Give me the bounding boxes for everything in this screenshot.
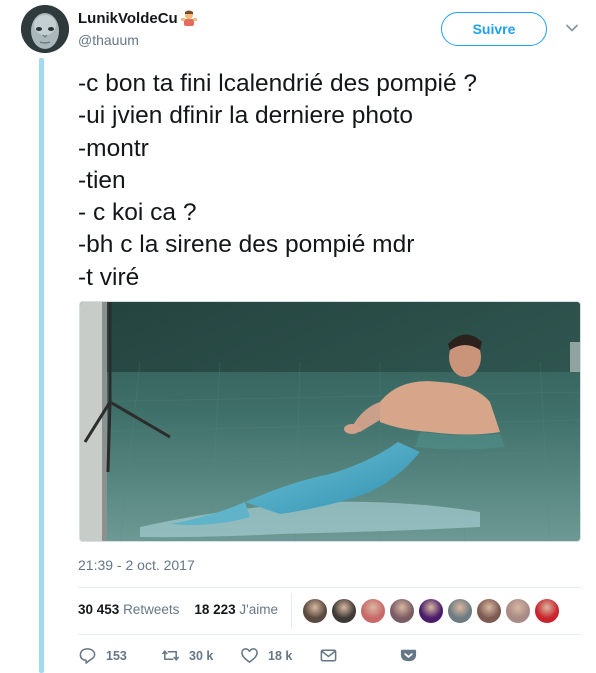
tweet-stats: 30 453 Retweets 18 223 J'aime (78, 602, 278, 617)
tweet-line: -ui jvien dfinir la derniere photo (78, 102, 414, 130)
liker-avatar[interactable] (331, 598, 357, 624)
stats-divider (291, 593, 292, 629)
retweets-label[interactable]: Retweets (123, 602, 179, 617)
tweet-actions: 153 30 k 18 k (78, 646, 578, 668)
heart-icon (241, 648, 258, 663)
retweet-count: 30 k (189, 648, 214, 663)
pocket-button[interactable] (399, 646, 427, 665)
display-name-text[interactable]: LunikVoldeCu (78, 10, 178, 27)
follow-button[interactable]: Suivre (441, 12, 547, 46)
author-avatar[interactable] (21, 5, 69, 53)
tweet-line: -montr (78, 134, 149, 162)
tweet-media-photo[interactable] (79, 301, 581, 542)
thread-line (39, 58, 44, 673)
like-count: 18 k (268, 648, 293, 663)
reply-count: 153 (106, 648, 127, 663)
liker-avatar[interactable] (302, 598, 328, 624)
pocket-icon (400, 649, 417, 662)
likes-label[interactable]: J'aime (239, 602, 278, 617)
retweets-count[interactable]: 30 453 (78, 602, 119, 617)
liker-avatar[interactable] (447, 598, 473, 624)
direct-message-button[interactable] (319, 646, 347, 665)
voldemort-avatar-icon (21, 5, 69, 53)
liker-avatar[interactable] (360, 598, 386, 624)
tweet-line: -tien (78, 166, 126, 194)
tweet-line: -t viré (78, 263, 140, 291)
reply-icon (79, 648, 96, 664)
likes-count[interactable]: 18 223 (194, 602, 235, 617)
like-button[interactable]: 18 k (240, 646, 292, 665)
divider (78, 587, 581, 588)
liker-avatar[interactable] (505, 598, 531, 624)
tweet-line: -c bon ta fini lcalendrié des pompié ? (78, 70, 478, 97)
retweet-button[interactable]: 30 k (161, 646, 213, 665)
divider (78, 634, 581, 635)
author-handle[interactable]: @thauum (78, 32, 139, 48)
author-display-name[interactable]: LunikVoldeCu (78, 10, 198, 27)
person-shrugging-emoji-icon (180, 10, 197, 26)
liker-avatar[interactable] (389, 598, 415, 624)
liker-avatar[interactable] (534, 598, 560, 624)
chevron-down-icon[interactable] (564, 20, 580, 36)
tweet-timestamp[interactable]: 21:39 - 2 oct. 2017 (78, 557, 195, 573)
tweet-line: -bh c la sirene des pompié mdr (78, 231, 415, 259)
tweet-text: -c bon ta fini lcalendrié des pompié ? -… (78, 68, 578, 294)
tweet-line: - c koi ca ? (78, 199, 197, 227)
liker-avatar[interactable] (418, 598, 444, 624)
envelope-icon (320, 649, 337, 662)
reply-button[interactable]: 153 (78, 646, 127, 665)
liker-avatar[interactable] (476, 598, 502, 624)
retweet-icon (161, 650, 180, 661)
mermaid-photo (80, 302, 580, 541)
